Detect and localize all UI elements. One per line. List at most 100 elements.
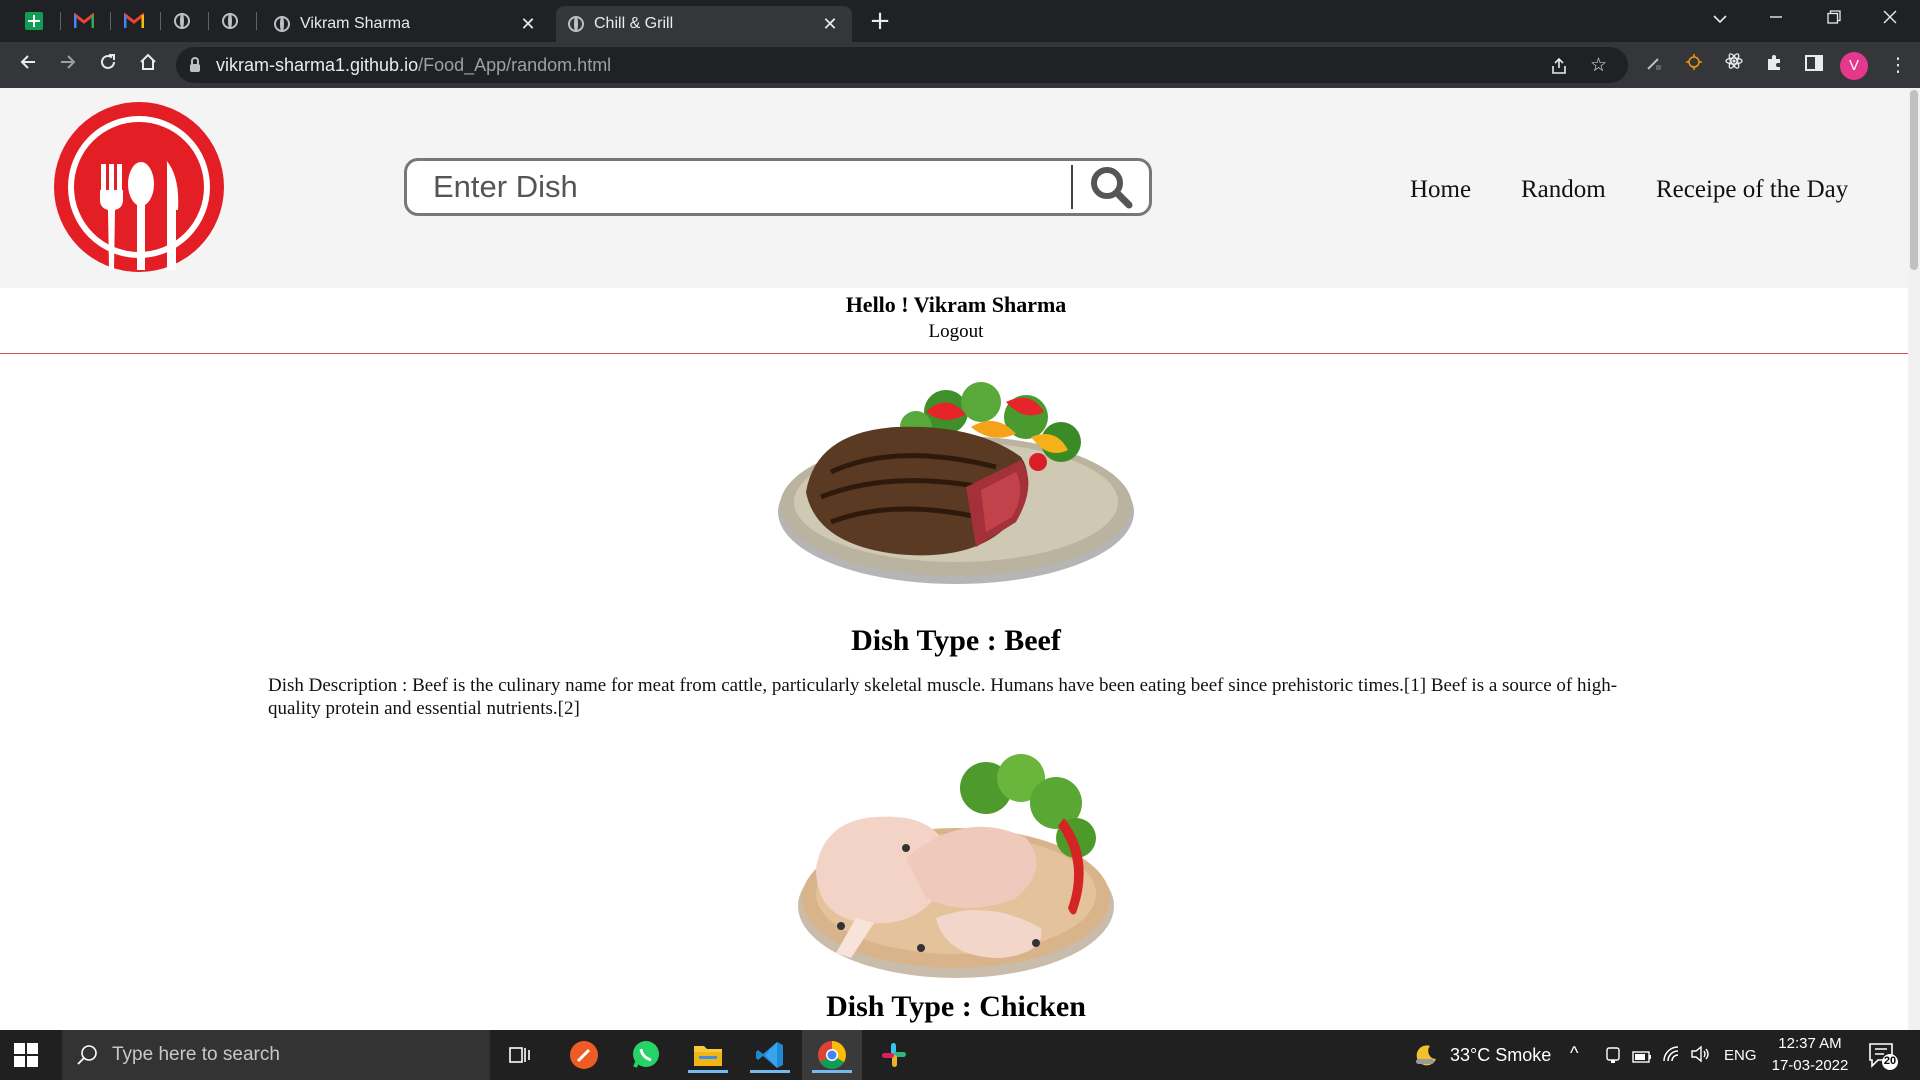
globe-icon xyxy=(222,13,238,29)
battery-icon[interactable] xyxy=(1632,1048,1652,1067)
logout-link[interactable]: Logout xyxy=(0,321,1908,343)
gmail-icon xyxy=(74,13,94,28)
dish-image-beef xyxy=(0,372,1908,594)
task-view-icon xyxy=(509,1047,530,1063)
task-view-button[interactable] xyxy=(502,1037,538,1073)
browser-tab-bar: Vikram Sharma ✕ Chill & Grill ✕ + xyxy=(0,0,1920,42)
windows-start-button[interactable] xyxy=(14,1043,38,1067)
dish-search-input[interactable] xyxy=(431,163,1065,211)
pinned-tab-gmail-2[interactable] xyxy=(114,6,154,36)
chevron-down-icon xyxy=(1713,15,1727,24)
url-host: vikram-sharma1.github.io xyxy=(216,54,419,75)
close-icon[interactable]: ✕ xyxy=(518,14,538,35)
home-icon xyxy=(140,53,156,70)
nav-home[interactable]: Home xyxy=(1410,176,1471,204)
taskbar-app-postman[interactable] xyxy=(566,1037,602,1073)
taskbar-app-slack[interactable] xyxy=(876,1037,912,1073)
taskbar-app-whatsapp[interactable] xyxy=(628,1037,664,1073)
show-hidden-icons-chevron-up-icon[interactable]: ^ xyxy=(1570,1043,1578,1064)
header-divider xyxy=(0,353,1908,354)
url-path: /Food_App/random.html xyxy=(418,54,612,75)
chrome-icon xyxy=(818,1041,846,1069)
forward-button[interactable] xyxy=(54,51,82,79)
tab-title: Vikram Sharma xyxy=(300,15,410,32)
weather-text[interactable]: 33°C Smoke xyxy=(1450,1045,1551,1066)
clock-time[interactable]: 12:37 AM xyxy=(1772,1035,1848,1052)
volume-icon[interactable] xyxy=(1690,1045,1710,1067)
extension-react-icon[interactable] xyxy=(1720,51,1748,79)
share-icon[interactable] xyxy=(1550,47,1568,83)
profile-avatar[interactable]: V xyxy=(1840,52,1868,80)
restore-icon xyxy=(1827,10,1841,24)
notifications-button[interactable]: 20 xyxy=(1868,1042,1898,1074)
extension-pen-icon[interactable] xyxy=(1640,51,1668,79)
reload-icon xyxy=(101,54,115,69)
arrow-left-icon xyxy=(20,55,35,69)
extensions-puzzle-icon[interactable] xyxy=(1760,51,1788,79)
windows-taskbar: Type here to search 33°C Smoke ^ ENG 12:… xyxy=(0,1030,1920,1080)
weather-moon-icon[interactable] xyxy=(1414,1043,1438,1071)
bookmark-star-icon[interactable]: ☆ xyxy=(1590,47,1607,83)
postman-icon xyxy=(570,1041,598,1069)
pinned-tab-web[interactable] xyxy=(162,6,202,36)
back-button[interactable] xyxy=(14,51,42,79)
restaurant-logo-icon[interactable] xyxy=(54,102,224,272)
url-text: vikram-sharma1.github.io/Food_App/random… xyxy=(216,55,611,76)
active-app-indicator xyxy=(688,1070,728,1073)
lock-icon xyxy=(190,57,200,72)
page-scrollbar[interactable] xyxy=(1908,88,1920,1030)
grilled-steak-image xyxy=(778,382,1134,584)
tab-separator xyxy=(208,12,209,30)
side-panel-icon[interactable] xyxy=(1800,51,1828,79)
extension-bug-icon[interactable] xyxy=(1680,51,1708,79)
raw-chicken-image xyxy=(798,754,1114,978)
notification-count: 20 xyxy=(1883,1055,1897,1067)
pinned-tab-sheets[interactable] xyxy=(14,6,54,36)
arrow-right-icon xyxy=(61,55,76,69)
active-app-indicator xyxy=(812,1070,852,1073)
taskbar-search-box[interactable]: Type here to search xyxy=(62,1030,490,1080)
dish-title-chicken: Dish Type : Chicken xyxy=(826,990,1086,1023)
tab-search-button[interactable] xyxy=(1700,8,1740,29)
pinned-tab-web-2[interactable] xyxy=(210,6,250,36)
close-icon xyxy=(1883,10,1897,24)
folder-icon xyxy=(694,1046,722,1066)
close-window-button[interactable] xyxy=(1870,8,1910,29)
nav-random[interactable]: Random xyxy=(1521,176,1606,204)
nav-recipe-of-the-day[interactable]: Receipe of the Day xyxy=(1656,176,1848,204)
language-indicator[interactable]: ENG xyxy=(1724,1047,1757,1064)
clock-date[interactable]: 17-03-2022 xyxy=(1766,1057,1854,1074)
taskbar-app-vscode[interactable] xyxy=(750,1037,790,1073)
reload-button[interactable] xyxy=(94,51,122,79)
user-greeting: Hello ! Vikram Sharma xyxy=(845,292,1067,317)
minimize-button[interactable] xyxy=(1756,8,1796,29)
sheets-icon xyxy=(25,12,43,30)
pinned-tab-gmail[interactable] xyxy=(64,6,104,36)
tab-title: Chill & Grill xyxy=(594,15,674,32)
search-icon xyxy=(1091,167,1133,209)
taskbar-app-file-explorer[interactable] xyxy=(688,1037,728,1073)
wifi-icon[interactable] xyxy=(1662,1045,1682,1067)
search-button[interactable] xyxy=(1073,161,1149,213)
close-icon[interactable]: ✕ xyxy=(820,14,840,35)
tab-vikram-sharma[interactable]: Vikram Sharma ✕ xyxy=(262,6,550,42)
more-menu-icon[interactable]: ⋮ xyxy=(1884,51,1912,79)
globe-icon xyxy=(274,16,290,32)
web-page: Home Random Receipe of the Day Hello ! V… xyxy=(0,88,1908,1030)
new-tab-button[interactable]: + xyxy=(866,8,894,34)
dish-description-beef: Dish Description : Beef is the culinary … xyxy=(268,675,1618,719)
taskbar-app-chrome[interactable] xyxy=(812,1037,852,1073)
globe-icon xyxy=(174,13,190,29)
tab-chill-and-grill[interactable]: Chill & Grill ✕ xyxy=(556,6,852,42)
home-button[interactable] xyxy=(134,51,162,79)
globe-icon xyxy=(568,16,584,32)
meet-now-icon[interactable] xyxy=(1604,1046,1622,1068)
scrollbar-thumb[interactable] xyxy=(1910,90,1918,270)
dish-image-chicken xyxy=(0,748,1908,980)
restore-button[interactable] xyxy=(1814,8,1854,29)
taskbar-search-placeholder: Type here to search xyxy=(112,1044,280,1065)
site-header: Home Random Receipe of the Day xyxy=(0,88,1908,288)
tab-separator xyxy=(160,12,161,30)
slack-icon xyxy=(882,1043,906,1067)
address-bar[interactable]: vikram-sharma1.github.io/Food_App/random… xyxy=(176,47,1628,83)
